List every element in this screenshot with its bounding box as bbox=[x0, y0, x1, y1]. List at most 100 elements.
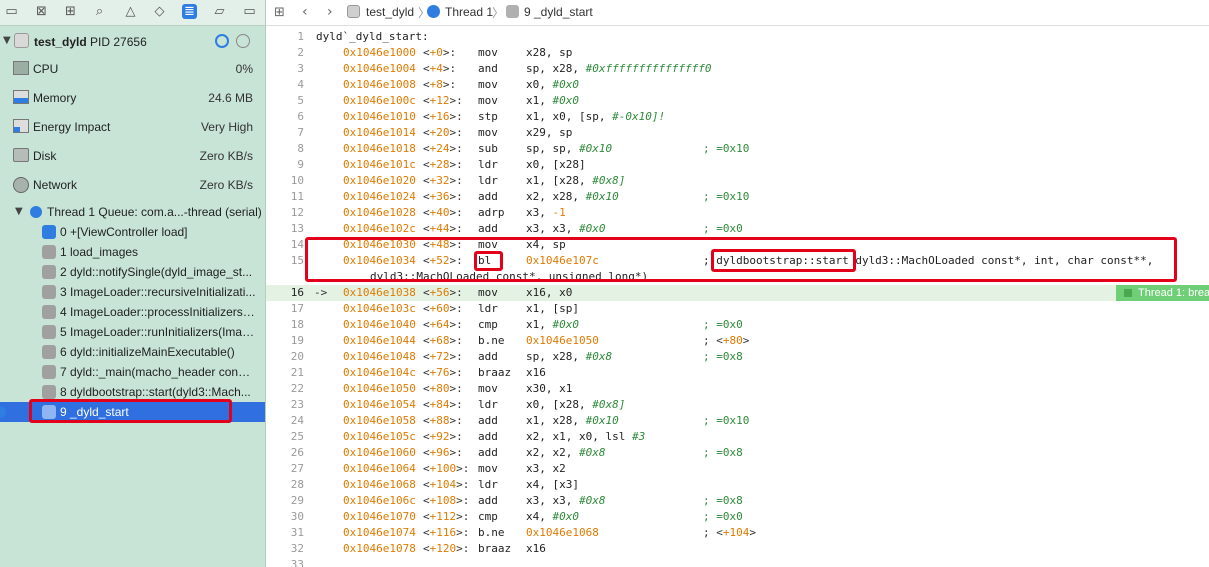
code-line[interactable]: 29 0x1046e106c <+108>: add x3, x3, #0x8 ; =0x… bbox=[266, 493, 1209, 509]
code-line[interactable]: 5 0x1046e100c <+12>: mov x1, #0x0 bbox=[266, 93, 1209, 109]
disclosure-down-icon[interactable]: ▼ bbox=[3, 35, 11, 46]
selection-marker-icon bbox=[0, 406, 6, 418]
code-line[interactable]: 7 0x1046e1014 <+20>: mov x29, sp bbox=[266, 125, 1209, 141]
operand-part: x1, [sp] bbox=[526, 302, 579, 315]
comment-part: ; < bbox=[703, 526, 723, 539]
breadcrumb-item[interactable]: 9 _dyld_start bbox=[524, 5, 593, 19]
code-line[interactable]: 3 0x1046e1004 <+4>: and sp, x28, #0xffffffff… bbox=[266, 61, 1209, 77]
metric-disk[interactable]: Disk Zero KB/s bbox=[0, 144, 265, 168]
code-line[interactable]: 20 0x1046e1048 <+72>: add sp, x28, #0x8 ; =0x… bbox=[266, 349, 1209, 365]
code-line[interactable]: 27 0x1046e1064 <+100>: mov x3, x2 bbox=[266, 461, 1209, 477]
code-line[interactable]: 19 0x1046e1044 <+68>: b.ne 0x1046e1050 ; <+80… bbox=[266, 333, 1209, 349]
code-line[interactable]: 28 0x1046e1068 <+104>: ldr x4, [x3] bbox=[266, 477, 1209, 493]
operands: x2, x2, #0x8 bbox=[526, 445, 605, 461]
code-line[interactable]: 14 0x1046e1030 <+48>: mov x4, sp bbox=[266, 237, 1209, 253]
metric-cpu[interactable]: CPU 0% bbox=[0, 57, 265, 81]
code-line[interactable]: 21 0x1046e104c <+76>: braaz x16 bbox=[266, 365, 1209, 381]
code-line[interactable]: 24 0x1046e1058 <+88>: add x1, x28, #0x10 ; =0… bbox=[266, 413, 1209, 429]
search-icon[interactable]: ⌕ bbox=[92, 4, 107, 19]
x-square-icon[interactable]: ⊠ bbox=[34, 4, 49, 19]
stack-frame-label: 8 dyldbootstrap::start(dyld3::Mach... bbox=[60, 385, 251, 399]
metric-value: Very High bbox=[200, 120, 253, 134]
code-line[interactable]: 33 bbox=[266, 557, 1209, 567]
code-line[interactable]: 4 0x1046e1008 <+8>: mov x0, #0x0 bbox=[266, 77, 1209, 93]
offset-value: +8 bbox=[429, 78, 443, 91]
disclosure-down-icon[interactable]: ▼ bbox=[15, 206, 23, 217]
code-line[interactable]: 11 0x1046e1024 <+36>: add x2, x28, #0x10 ; =0… bbox=[266, 189, 1209, 205]
stack-frame-row[interactable]: 7 dyld::_main(macho_header const... bbox=[0, 362, 265, 382]
stack-frame-row[interactable]: 4 ImageLoader::processInitializers(... bbox=[0, 302, 265, 322]
code-line[interactable]: 26 0x1046e1060 <+96>: add x2, x2, #0x8 ; =0x8 bbox=[266, 445, 1209, 461]
stack-frame-label: 5 ImageLoader::runInitializers(Imag... bbox=[60, 325, 256, 339]
operand-part: x1, x0, [sp, bbox=[526, 110, 613, 123]
thread-row[interactable]: ▼ Thread 1 Queue: com.a...-thread (seria… bbox=[0, 203, 265, 221]
comment-part: > bbox=[742, 334, 750, 347]
warning-icon[interactable]: △ bbox=[123, 4, 138, 19]
operands: x16, x0 bbox=[526, 285, 572, 301]
operand-part: x1, bbox=[526, 94, 553, 107]
metric-network[interactable]: Network Zero KB/s bbox=[0, 173, 265, 197]
back-icon[interactable]: ‹ bbox=[302, 4, 308, 20]
metric-memory[interactable]: Memory 24.6 MB bbox=[0, 86, 265, 110]
disassembly-editor[interactable]: 1 dyld`_dyld_start: 2 0x1046e1000 <+0>: mov x2… bbox=[266, 26, 1209, 567]
code-line[interactable]: 32 0x1046e1078 <+120>: braaz x16 bbox=[266, 541, 1209, 557]
code-line[interactable]: 13 0x1046e102c <+44>: add x3, x3, #0x0 ; =0x0 bbox=[266, 221, 1209, 237]
offset-value: +48 bbox=[429, 238, 450, 251]
stack-frame-row[interactable]: 8 dyldbootstrap::start(dyld3::Mach... bbox=[0, 382, 265, 402]
operand-part: #0x8] bbox=[592, 174, 626, 187]
operands: x1, x28, #0x10 bbox=[526, 413, 619, 429]
breadcrumb-item[interactable]: test_dyld bbox=[366, 5, 414, 19]
gauge-icon[interactable] bbox=[215, 34, 229, 48]
code-line[interactable]: 9 0x1046e101c <+28>: ldr x0, [x28] bbox=[266, 157, 1209, 173]
tag-icon[interactable]: ▱ bbox=[212, 4, 227, 19]
code-line[interactable]: 22 0x1046e1050 <+80>: mov x30, x1 bbox=[266, 381, 1209, 397]
mnemonic: and bbox=[478, 62, 498, 75]
operand-part: x4, [x3] bbox=[526, 478, 579, 491]
line-number: 2 bbox=[297, 46, 304, 59]
pause-icon[interactable] bbox=[236, 34, 250, 48]
forward-icon[interactable]: › bbox=[327, 4, 333, 20]
instruction-offset: <+40>: bbox=[423, 206, 463, 219]
code-line[interactable]: 17 0x1046e103c <+60>: ldr x1, [sp] bbox=[266, 301, 1209, 317]
folder-icon[interactable]: ▭ bbox=[4, 4, 19, 19]
diamond-icon[interactable]: ◇ bbox=[152, 4, 167, 19]
instruction-address: 0x1046e1058 bbox=[343, 414, 416, 427]
navigator-toolbar: ▭ ⊠ ⊞ ⌕ △ ◇ ≣ ▱ ▭ bbox=[0, 0, 265, 26]
code-line[interactable]: 1 dyld`_dyld_start: bbox=[266, 29, 1209, 45]
code-line[interactable]: 18 0x1046e1040 <+64>: cmp x1, #0x0 ; =0x0 bbox=[266, 317, 1209, 333]
stack-frame-label: 6 dyld::initializeMainExecutable() bbox=[60, 345, 235, 359]
stack-frame-row[interactable]: 9 _dyld_start bbox=[0, 402, 265, 422]
metric-label: Memory bbox=[33, 91, 77, 105]
code-line[interactable]: 31 0x1046e1074 <+116>: b.ne 0x1046e1068; <+1… bbox=[266, 525, 1209, 541]
code-line[interactable]: 10 0x1046e1020 <+32>: ldr x1, [x28, #0x8] bbox=[266, 173, 1209, 189]
code-line[interactable]: 8 0x1046e1018 <+24>: sub sp, sp, #0x10 ; =0x1… bbox=[266, 141, 1209, 157]
code-line[interactable]: 25 0x1046e105c <+92>: add x2, x1, x0, lsl #3 bbox=[266, 429, 1209, 445]
line-number: 4 bbox=[297, 78, 304, 91]
stack-frame-row[interactable]: 2 dyld::notifySingle(dyld_image_st... bbox=[0, 262, 265, 282]
comment-icon[interactable]: ▭ bbox=[242, 4, 257, 19]
grid-icon[interactable]: ⊞ bbox=[274, 5, 285, 20]
stack-frame-row[interactable]: 5 ImageLoader::runInitializers(Imag... bbox=[0, 322, 265, 342]
code-line[interactable]: 15 0x1046e1034 <+52>: bl 0x1046e107c ; dyldbo… bbox=[266, 253, 1209, 269]
instruction-address: 0x1046e102c bbox=[343, 222, 416, 235]
operand-part: #0xfffffffffffffff0 bbox=[585, 62, 712, 75]
metric-energy[interactable]: Energy Impact Very High bbox=[0, 115, 265, 139]
code-line[interactable]: 12 0x1046e1028 <+40>: adrp x3, -1 bbox=[266, 205, 1209, 221]
code-line[interactable]: 30 0x1046e1070 <+112>: cmp x4, #0x0 ; =0x0 bbox=[266, 509, 1209, 525]
debug-navigator-icon[interactable]: ≣ bbox=[182, 4, 197, 19]
process-row[interactable]: ▼ test_dyld PID 27656 bbox=[0, 30, 265, 54]
hierarchy-icon[interactable]: ⊞ bbox=[63, 4, 78, 19]
code-line[interactable]: 6 0x1046e1010 <+16>: stp x1, x0, [sp, #-0x10… bbox=[266, 109, 1209, 125]
code-line[interactable]: 23 0x1046e1054 <+84>: ldr x0, [x28, #0x8] bbox=[266, 397, 1209, 413]
operand-part: x3, x3, bbox=[526, 222, 579, 235]
operands: x4, #0x0 bbox=[526, 509, 579, 525]
stack-frame-label: 4 ImageLoader::processInitializers(... bbox=[60, 305, 256, 319]
stack-frame-row[interactable]: 6 dyld::initializeMainExecutable() bbox=[0, 342, 265, 362]
code-line[interactable]: 16 0x1046e1038 <+56>: mov x16, x0 -> Thread 1:… bbox=[266, 285, 1209, 301]
stack-frame-row[interactable]: 0 +[ViewController load] bbox=[0, 222, 265, 242]
stack-frame-row[interactable]: 3 ImageLoader::recursiveInitializati... bbox=[0, 282, 265, 302]
breadcrumb-item[interactable]: Thread 1 bbox=[445, 5, 493, 19]
stack-frame-row[interactable]: 1 load_images bbox=[0, 242, 265, 262]
code-line[interactable]: 2 0x1046e1000 <+0>: mov x28, sp bbox=[266, 45, 1209, 61]
operands: x29, sp bbox=[526, 125, 572, 141]
